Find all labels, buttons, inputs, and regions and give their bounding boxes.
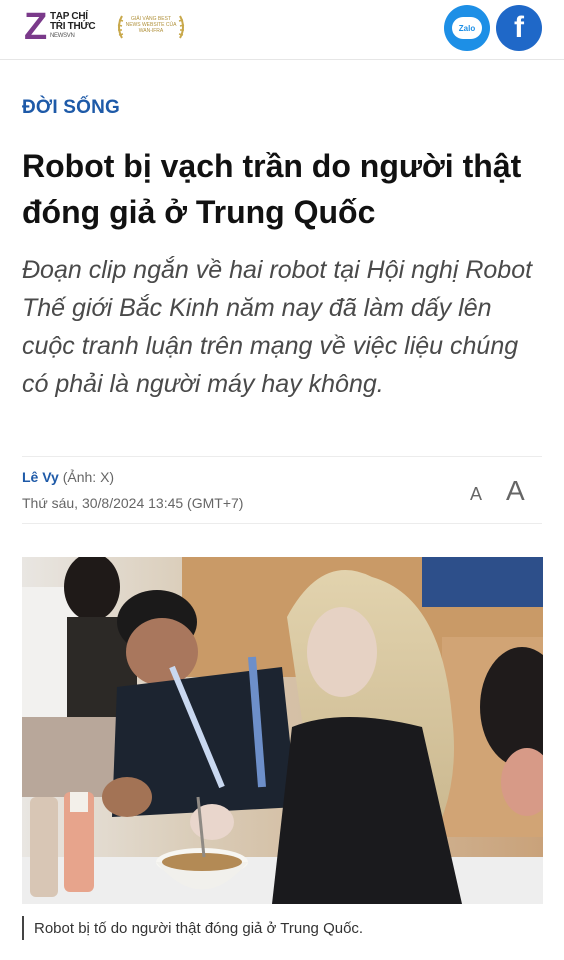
facebook-share-button[interactable]: f [496,5,542,51]
article-meta: Lê Vy (Ảnh: X) Thứ sáu, 30/8/2024 13:45 … [22,456,542,524]
article-page: Z TẠP CHÍ TRI THỨC NEWSVN GIẢI VÀNG BEST… [0,0,564,960]
award-badge: GIẢI VÀNG BEST NEWS WEBSITE CỦA WAN-IFRA [114,12,188,42]
article-photo[interactable] [22,557,543,904]
site-logo-text[interactable]: TẠP CHÍ TRI THỨC NEWSVN [50,12,110,40]
article-title: Robot bị vạch trần do người thật đóng gi… [22,148,522,230]
font-decrease-button[interactable]: A [470,484,482,505]
photo-illustration [22,557,543,904]
award-text: GIẢI VÀNG BEST NEWS WEBSITE CỦA WAN-IFRA [125,16,177,34]
photo-caption: Robot bị tố do người thật đóng giả ở Tru… [34,920,364,937]
caption-divider [22,916,24,940]
font-increase-button[interactable]: A [506,475,525,507]
photo-credit: (Ảnh: X) [62,469,115,485]
zalo-share-button[interactable]: Zalo [444,5,490,51]
logo-line-2: TRI THỨC [50,21,96,32]
category-link[interactable]: ĐỜI SỐNG [22,97,120,119]
logo-line-3: NEWSVN [50,33,75,39]
zalo-icon: Zalo [452,17,482,39]
site-header: Z TẠP CHÍ TRI THỨC NEWSVN GIẢI VÀNG BEST… [0,0,564,60]
author-name[interactable]: Lê Vy [22,469,59,485]
facebook-icon: f [514,11,524,44]
article-sapo: Đoạn clip ngắn về hai robot tại Hội nghị… [22,256,533,398]
author-line: Lê Vy (Ảnh: X) [22,469,114,485]
site-logo-icon[interactable]: Z [24,8,50,46]
publish-date: Thứ sáu, 30/8/2024 13:45 (GMT+7) [22,495,244,511]
